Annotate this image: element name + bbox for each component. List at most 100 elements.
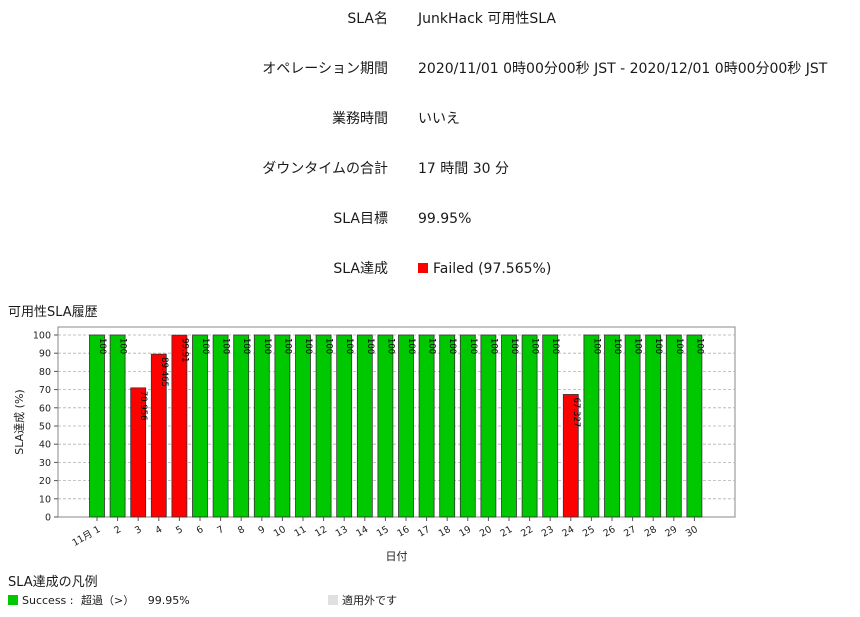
y-axis-label: SLA達成 (%) [13,389,26,454]
bar [192,334,208,518]
x-tick-label: 22 [519,524,535,540]
operation-period-row: オペレーション期間 2020/11/01 0時00分00秒 JST - 2020… [0,58,860,80]
x-tick-label: 29 [663,524,679,540]
bar-value-label: 100 [385,338,395,354]
bar [480,334,497,518]
bar-value-label: 100 [447,338,457,354]
bar-value-label: 100 [591,338,601,354]
y-tick-label: 40 [39,440,51,451]
downtime-total-value: 17 時間 30 分 [418,161,509,177]
x-tick-label: 23 [540,524,556,540]
bar [315,334,332,518]
downtime-total-label: ダウンタイムの合計 [262,161,388,177]
y-tick-label: 0 [45,513,51,524]
x-tick-label: 30 [684,524,700,540]
bar-value-label: 100 [427,338,437,354]
bar-value-label: 100 [612,338,622,354]
x-tick-label: 3 [133,524,144,537]
sla-name-value: JunkHack 可用性SLA [418,11,556,27]
y-tick-label: 50 [39,422,51,433]
sla-name-label: SLA名 [347,11,388,27]
x-tick-label: 12 [313,524,329,540]
sla-name-row: SLA名 JunkHack 可用性SLA [0,8,860,30]
bar [89,334,105,518]
bar [665,334,682,518]
x-tick-label: 19 [457,524,473,540]
business-hours-value: いいえ [418,111,460,127]
x-tick-label: 20 [478,524,494,540]
y-tick-label: 80 [39,367,51,378]
bar [686,334,703,518]
bar-value-label: 100 [241,338,251,354]
y-tick-label: 20 [39,476,51,487]
bar [377,334,394,518]
bar-value-label: 100 [303,338,313,354]
bar [501,334,517,518]
x-tick-label: 26 [602,524,618,540]
bar-value-label: 100 [653,338,663,354]
bar [624,334,641,518]
legend-not-applicable: 適用外です [328,592,401,608]
bar [604,334,620,518]
sla-history-chart: 0 10 20 30 40 50 60 70 80 90 100 100 11月 1 100 2 70.956… [13,326,736,563]
bar-value-label: 100 [282,338,292,354]
x-tick-label: 7 [215,524,226,537]
x-tick-label: 13 [334,524,350,540]
bar-value-label: 100 [365,338,375,354]
x-tick-label: 16 [396,524,412,540]
bar-value-label: 100 [488,338,498,354]
bar-value-label: 100 [674,338,684,354]
bar [521,334,538,518]
x-tick-label: 17 [416,524,432,540]
sla-achievement-label: SLA達成 [333,261,388,277]
bar [109,334,126,518]
bar-value-label: 100 [324,338,334,354]
bar-value-label: 99.91 [179,338,189,362]
x-tick-label: 5 [174,524,185,537]
y-tick-label: 10 [39,494,51,505]
bar [645,334,662,518]
bar-value-label: 100 [694,338,704,354]
bar [542,334,559,518]
legend-success-value: 99.95% [147,594,190,607]
bar-value-label: 89.465 [159,357,169,387]
operation-period-value: 2020/11/01 0時00分00秒 JST - 2020/12/01 0時0… [418,61,828,77]
bar [356,334,373,518]
bar-value-label: 100 [200,338,210,354]
x-tick-label: 10 [272,524,288,540]
business-hours-label: 業務時間 [332,111,388,127]
bar-value-label: 100 [118,338,128,354]
sla-achievement-value: Failed (97.565%) [418,258,551,280]
x-tick-label: 18 [437,524,453,540]
bar [253,334,270,518]
x-tick-label: 11 [293,524,309,540]
failed-status-icon [418,263,428,273]
history-title: 可用性SLA履歴 [8,305,98,320]
bar [583,334,600,518]
bar [439,334,456,518]
bar-value-label: 100 [97,338,107,354]
sla-target-value: 99.95% [418,211,472,227]
legend-success-name: Success : [22,594,74,607]
bar-value-label: 100 [262,338,272,354]
bar-value-label: 67.327 [571,397,581,427]
bar [233,334,250,518]
x-tick-label: 27 [622,524,638,540]
y-tick-label: 90 [39,349,51,360]
y-tick-label: 100 [33,331,51,342]
legend-success-rule: 超過（>） [80,594,135,607]
x-tick-label: 28 [643,524,659,540]
y-tick-label: 70 [39,385,51,396]
x-tick-label: 8 [236,524,247,537]
x-tick-label: 15 [375,524,391,540]
x-tick-label: 21 [499,524,515,540]
sla-achievement-text: Failed (97.565%) [433,261,552,277]
legend-success: Success : 超過（>） 99.95% [8,592,194,608]
x-tick-label: 24 [560,524,576,540]
legend-na-label: 適用外です [342,594,397,607]
bar-value-label: 100 [344,338,354,354]
x-tick-label: 6 [195,524,206,537]
sla-target-label: SLA目標 [333,211,388,227]
not-applicable-swatch-icon [328,595,338,605]
success-swatch-icon [8,595,18,605]
